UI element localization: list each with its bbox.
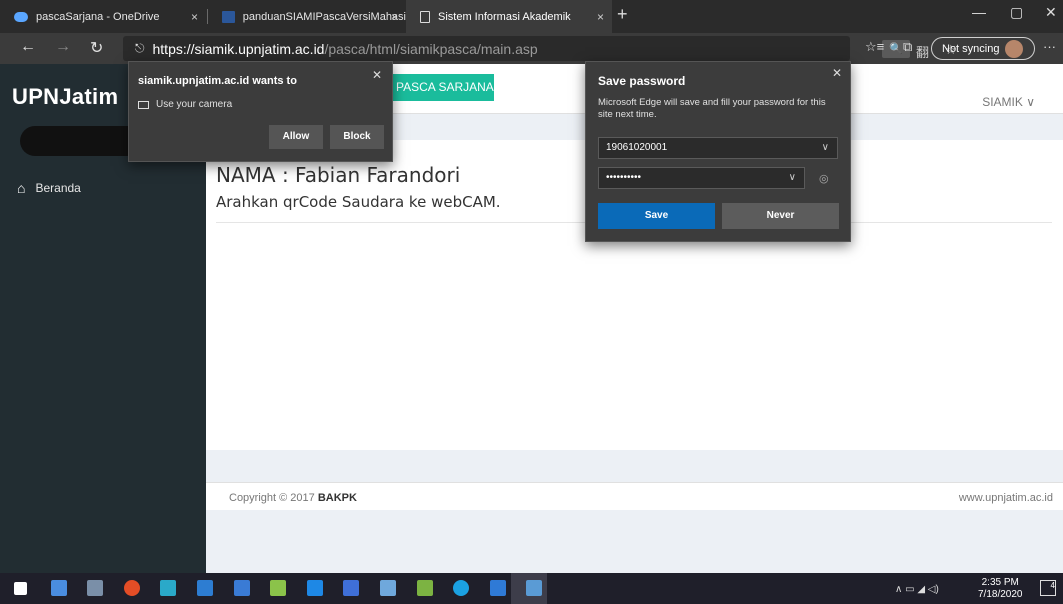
- onedrive-icon: [14, 11, 28, 22]
- new-tab-icon[interactable]: +: [617, 4, 628, 25]
- lock-icon: ⎋: [135, 41, 145, 55]
- allow-button[interactable]: Allow: [269, 125, 323, 149]
- camera-permission-dialog: siamik.upnjatim.ac.id wants to ✕ Use you…: [128, 61, 393, 162]
- taskbar-users-app-icon[interactable]: [87, 580, 104, 596]
- favorites-icon[interactable]: ☆≡: [865, 39, 884, 55]
- minimize-icon[interactable]: —: [972, 4, 986, 20]
- tab-title: Sistem Informasi Akademik: [438, 10, 571, 23]
- save-password-description: Microsoft Edge will save and fill your p…: [598, 97, 826, 120]
- taskbar-vscode-blue-icon[interactable]: [160, 580, 177, 596]
- taskbar-green-app-icon[interactable]: [270, 580, 287, 596]
- notification-icon[interactable]: 4: [1040, 580, 1056, 596]
- copyright-text: Copyright © 2017 BAKPK: [229, 492, 357, 504]
- taskbar-file-manager-icon[interactable]: [197, 580, 213, 596]
- taskbar-file-explorer-icon[interactable]: [50, 580, 67, 596]
- save-password-title: Save password: [598, 74, 686, 88]
- more-icon[interactable]: ···: [1043, 39, 1056, 54]
- maximize-icon[interactable]: ▢: [1010, 4, 1023, 21]
- show-password-icon[interactable]: ◎: [819, 172, 829, 185]
- taskbar-todo-icon[interactable]: [489, 580, 506, 596]
- collections-icon[interactable]: ⧉: [903, 39, 912, 55]
- never-button[interactable]: Never: [722, 203, 839, 229]
- close-icon[interactable]: ×: [597, 10, 604, 24]
- tab-siamik[interactable]: Sistem Informasi Akademik ×: [406, 0, 612, 33]
- qr-instruction: Arahkan qrCode Saudara ke webCAM.: [216, 193, 501, 211]
- system-tray-icons[interactable]: ∧ ▭ ◢ ◁): [895, 584, 939, 595]
- back-icon[interactable]: ←: [20, 38, 36, 56]
- tab-title: pascaSarjana - OneDrive: [36, 10, 160, 23]
- permission-item: Use your camera: [138, 99, 232, 110]
- permission-item-label: Use your camera: [156, 99, 233, 110]
- page-icon: [420, 10, 430, 23]
- camera-icon: [138, 100, 149, 109]
- tab-panduan[interactable]: panduanSIAMIPascaVersiMahasi ×: [208, 0, 406, 33]
- block-button[interactable]: Block: [330, 125, 384, 149]
- username-value: 19061020001: [606, 142, 668, 153]
- close-icon[interactable]: ×: [391, 10, 398, 24]
- footer-site-link[interactable]: www.upnjatim.ac.id: [959, 492, 1053, 504]
- word-icon: [222, 10, 235, 23]
- close-icon[interactable]: ✕: [832, 66, 842, 80]
- sync-label: Not syncing: [942, 42, 1000, 55]
- nav-bar: ← → ↻ ⎋ https://siamik.upnjatim.ac.id/pa…: [0, 33, 1063, 64]
- pasca-sarjana-badge[interactable]: PASCA SARJANA: [386, 74, 494, 101]
- user-menu[interactable]: SIAMIK ∨: [982, 95, 1035, 109]
- translate-icon[interactable]: 翻: [916, 42, 929, 61]
- brand-logo[interactable]: UPNJatim: [12, 84, 118, 110]
- sidebar-item-label: Beranda: [35, 181, 81, 195]
- close-icon[interactable]: ×: [191, 10, 198, 24]
- clock-time: 2:35 PM: [981, 577, 1019, 588]
- taskbar-windows-start-icon[interactable]: [14, 582, 27, 595]
- forward-icon[interactable]: →: [55, 38, 71, 56]
- tab-onedrive[interactable]: pascaSarjana - OneDrive ×: [0, 0, 206, 33]
- password-value: ••••••••••: [606, 172, 642, 183]
- permission-title: siamik.upnjatim.ac.id wants to: [138, 75, 297, 87]
- password-field[interactable]: •••••••••• ∨: [598, 167, 805, 189]
- taskbar-calculator-icon[interactable]: [233, 580, 250, 596]
- refresh-icon[interactable]: ↻: [90, 38, 103, 58]
- address-bar[interactable]: ⎋ https://siamik.upnjatim.ac.id/pasca/ht…: [123, 36, 957, 61]
- save-button[interactable]: Save: [598, 203, 715, 229]
- taskbar-chrome-icon[interactable]: [123, 580, 140, 596]
- window-close-icon[interactable]: ✕: [1045, 4, 1057, 21]
- chevron-down-icon[interactable]: ∨: [789, 168, 796, 188]
- taskbar-vscode-icon[interactable]: [306, 580, 323, 596]
- clock[interactable]: 2:35 PM 7/18/2020: [978, 577, 1023, 601]
- close-icon[interactable]: ✕: [372, 68, 382, 82]
- tab-strip: pascaSarjana - OneDrive × panduanSIAMIPa…: [0, 0, 1063, 33]
- student-name: NAMA : Fabian Farandori: [216, 163, 461, 187]
- avatar: [1005, 39, 1024, 58]
- taskbar-photos-icon[interactable]: [526, 580, 543, 596]
- profile-sync-button[interactable]: Not syncing: [931, 37, 1035, 60]
- sidebar-item-beranda[interactable]: ⌂ Beranda: [17, 180, 81, 196]
- taskbar-settings-app-icon[interactable]: [380, 580, 396, 596]
- username-field[interactable]: 19061020001 ∨: [598, 137, 838, 159]
- clock-date: 7/18/2020: [978, 589, 1023, 600]
- taskbar-chart-app-icon[interactable]: [416, 580, 433, 596]
- home-icon: ⌂: [17, 180, 26, 196]
- taskbar-word-doc-icon[interactable]: [343, 580, 360, 596]
- chevron-down-icon[interactable]: ∨: [822, 138, 829, 158]
- url-text: https://siamik.upnjatim.ac.id/pasca/html…: [152, 40, 538, 57]
- save-password-dialog: Save password ✕ Microsoft Edge will save…: [585, 61, 851, 242]
- tab-title: panduanSIAMIPascaVersiMahasi: [242, 10, 406, 23]
